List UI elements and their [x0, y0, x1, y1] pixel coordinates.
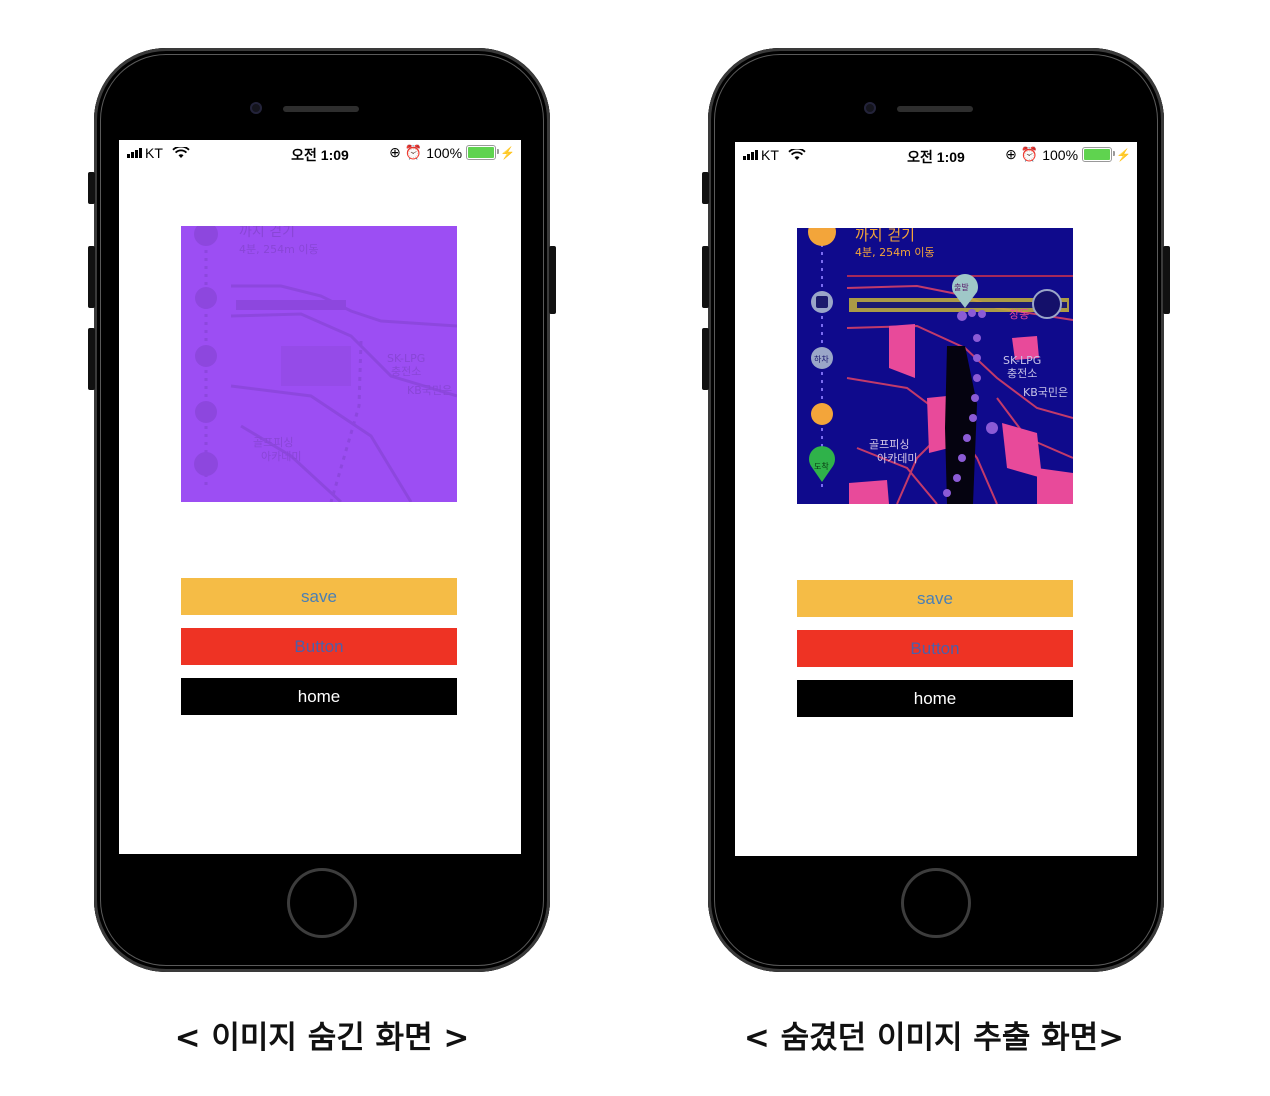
map-text: 충전소	[1007, 367, 1037, 380]
screen-extracted: KT 오전 1:09 ⊕ ⏰ 100% ⚡ 까지 걷기 4분, 254m 이동 …	[735, 142, 1137, 856]
map-text: 도착	[814, 462, 829, 471]
map-text: SK-LPG	[1003, 354, 1041, 367]
red-button[interactable]: Button	[181, 628, 457, 665]
hardware-home-button	[287, 868, 357, 938]
caption-hidden-screen: < 이미지 숨긴 화면 >	[174, 1020, 470, 1056]
map-text: 아카데미	[261, 450, 301, 463]
map-text: SK-LPG	[387, 352, 425, 365]
volume-down-button	[702, 328, 709, 390]
extracted-map-image-icon: 까지 걷기 4분, 254m 이동 출발 하차 도착 SK-LPG 충전소 KB…	[808, 228, 1073, 504]
battery-percent: 100%	[426, 144, 463, 161]
map-text: 4분, 254m 이동	[239, 243, 319, 256]
battery-percent: 100%	[1042, 146, 1079, 163]
phone-left: KT 오전 1:09 ⊕ ⏰ 100% ⚡ 까지 걷기 4분, 254m 이동 …	[88, 48, 556, 972]
map-text: 아카데미	[877, 452, 917, 465]
orientation-lock-icon: ⊕	[1005, 146, 1017, 162]
earpiece-speaker	[897, 106, 973, 112]
volume-up-button	[88, 246, 95, 308]
caption-extracted-screen: < 숨겼던 이미지 추출 화면>	[743, 1020, 1125, 1056]
power-button	[549, 246, 556, 314]
volume-up-button	[702, 246, 709, 308]
earpiece-speaker	[283, 106, 359, 112]
map-text: 까지 걷기	[239, 226, 295, 240]
battery-icon	[1082, 147, 1116, 162]
home-button[interactable]: home	[181, 678, 457, 715]
map-text: 출발	[954, 282, 969, 292]
red-button[interactable]: Button	[797, 630, 1073, 667]
map-text: 하차	[814, 354, 829, 364]
map-text: 4분, 254m 이동	[855, 246, 935, 259]
battery-icon	[466, 145, 500, 160]
volume-down-button	[88, 328, 95, 390]
extracted-image: 까지 걷기 4분, 254m 이동 출발 하차 도착 SK-LPG 충전소 KB…	[797, 228, 1073, 504]
mute-switch	[702, 172, 709, 204]
hidden-map-image-icon: 까지 걷기 4분, 254m 이동 SK-LPG 충전소 KB국민은 골프피싱 …	[194, 226, 457, 502]
mute-switch	[88, 172, 95, 204]
save-button[interactable]: save	[181, 578, 457, 615]
map-text: 골프피싱	[869, 438, 909, 451]
map-text: KB국민은	[1023, 386, 1068, 399]
save-button[interactable]: save	[797, 580, 1073, 617]
charging-icon: ⚡	[500, 145, 515, 160]
status-bar: KT 오전 1:09 ⊕ ⏰ 100% ⚡	[119, 140, 521, 166]
hardware-home-button	[901, 868, 971, 938]
screen-hidden: KT 오전 1:09 ⊕ ⏰ 100% ⚡ 까지 걷기 4분, 254m 이동 …	[119, 140, 521, 854]
status-bar: KT 오전 1:09 ⊕ ⏰ 100% ⚡	[735, 142, 1137, 168]
orientation-lock-icon: ⊕	[389, 144, 401, 160]
map-text: 까지 걷기	[855, 228, 915, 244]
home-button[interactable]: home	[797, 680, 1073, 717]
map-text: 충전소	[391, 365, 421, 378]
map-text: 골프피싱	[253, 436, 293, 449]
front-camera	[250, 102, 262, 114]
hidden-image: 까지 걷기 4분, 254m 이동 SK-LPG 충전소 KB국민은 골프피싱 …	[181, 226, 457, 502]
alarm-icon: ⏰	[1020, 146, 1039, 162]
charging-icon: ⚡	[1116, 147, 1131, 162]
map-text: 창동	[1009, 308, 1029, 321]
front-camera	[864, 102, 876, 114]
phone-right: KT 오전 1:09 ⊕ ⏰ 100% ⚡ 까지 걷기 4분, 254m 이동 …	[702, 48, 1170, 972]
power-button	[1163, 246, 1170, 314]
alarm-icon: ⏰	[404, 144, 423, 160]
map-text: KB국민은	[407, 384, 452, 397]
